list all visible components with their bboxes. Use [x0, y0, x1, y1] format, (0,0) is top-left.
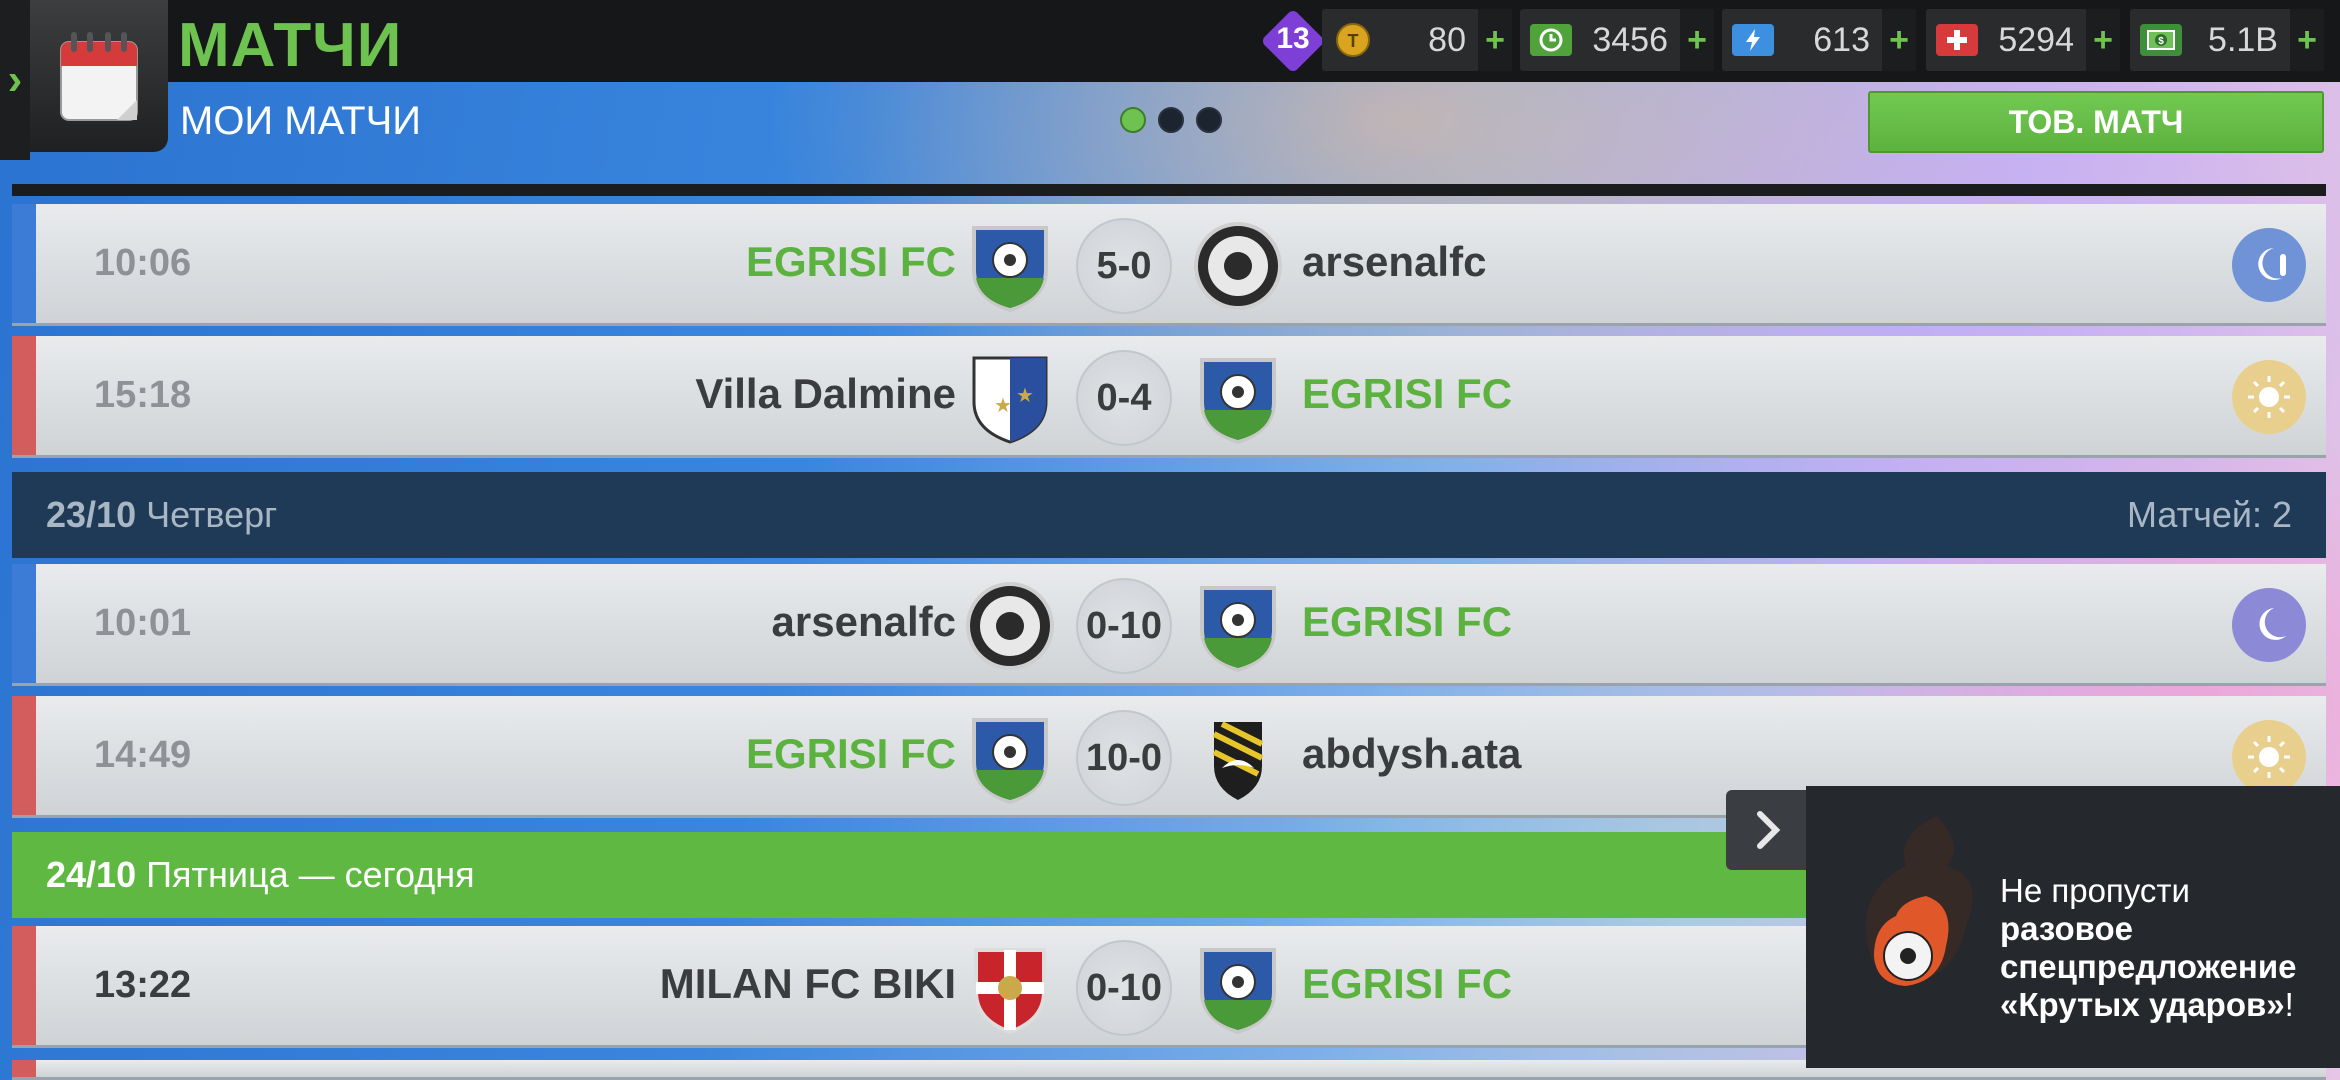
currency-money: $ 5.1B +	[2130, 9, 2324, 71]
away-indicator	[12, 926, 36, 1045]
money-value: 5.1B	[2208, 20, 2278, 59]
abdysh-ata-crest-icon	[1192, 712, 1284, 804]
menu-toggle-chevron-icon[interactable]: ›	[0, 0, 30, 160]
training-value: 3456	[1592, 20, 1668, 59]
level-number: 13	[1276, 22, 1310, 55]
svg-text:★: ★	[994, 395, 1012, 417]
day-date: 23/10	[46, 494, 137, 535]
friendly-match-button[interactable]: ТОВ. МАТЧ	[1868, 91, 2324, 153]
day-label: 24/10 Пятница — сегодня	[46, 854, 475, 896]
energy-value: 613	[1813, 20, 1870, 59]
promo-collapse-button[interactable]	[1726, 790, 1810, 870]
match-time: 14:49	[94, 734, 192, 776]
match-score: 10-0	[1076, 710, 1172, 806]
home-team-name: arsenalfc	[771, 598, 956, 645]
promo-text-bold: разовое спецпредложение «Крутых ударов»	[2000, 910, 2297, 1023]
away-indicator	[12, 336, 36, 455]
away-team-name: EGRISI FC	[1302, 598, 1513, 645]
page-dot-1[interactable]	[1120, 107, 1146, 133]
match-score: 5-0	[1076, 218, 1172, 314]
page-indicator	[1120, 107, 1222, 133]
night-weather-icon	[2232, 588, 2306, 662]
currency-tokens: T 80 +	[1322, 9, 1512, 71]
add-health-button[interactable]: +	[2086, 9, 2120, 71]
match-score: 0-4	[1076, 350, 1172, 446]
training-clock-icon	[1530, 24, 1572, 56]
page-title: МАТЧИ	[178, 11, 403, 80]
match-count: Матчей: 2	[2126, 494, 2292, 535]
currency-health: 5294 +	[1926, 9, 2120, 71]
chevron-right-icon	[1757, 811, 1781, 849]
day-weekday: Четверг	[146, 494, 278, 535]
sunny-weather-icon	[2232, 360, 2306, 434]
home-indicator	[12, 564, 36, 683]
home-team-name: Villa Dalmine	[695, 370, 956, 417]
match-time: 10:06	[94, 242, 192, 284]
fireball-icon	[1846, 806, 1996, 1031]
match-time: 15:18	[94, 374, 192, 416]
egrisi-crest-icon	[1192, 942, 1284, 1035]
arsenalfc-crest-icon	[1192, 220, 1284, 312]
promo-text: Не пропусти разовое спецпредложение «Кру…	[2000, 872, 2330, 1024]
away-indicator	[12, 696, 36, 815]
egrisi-crest-icon	[964, 712, 1056, 805]
egrisi-crest-icon	[1192, 352, 1284, 445]
match-score: 0-10	[1076, 940, 1172, 1036]
milan-fc-biki-crest-icon	[964, 942, 1056, 1035]
home-team-name: EGRISI FC	[745, 730, 956, 777]
arsenalfc-crest-icon	[964, 580, 1056, 672]
add-training-button[interactable]: +	[1680, 9, 1714, 71]
away-team-name: EGRISI FC	[1302, 370, 1513, 417]
medical-cross-icon	[1936, 24, 1978, 56]
promo-text-plain: Не пропусти	[2000, 872, 2190, 909]
money-bill-icon: $	[2140, 24, 2182, 56]
match-row[interactable]: 15:18 Villa Dalmine ★ ★ 0-4 EGRISI FC	[12, 336, 2326, 458]
svg-text:$: $	[2158, 36, 2164, 47]
day-label: 23/10 Четверг	[46, 494, 277, 536]
egrisi-crest-icon	[1192, 580, 1284, 673]
egrisi-crest-icon	[964, 220, 1056, 313]
tokens-value: 80	[1428, 20, 1466, 59]
svg-text:★: ★	[1016, 385, 1034, 407]
match-time: 13:22	[94, 964, 192, 1006]
night-cold-weather-icon	[2232, 228, 2306, 302]
day-header: 23/10 Четверг Матчей: 2	[12, 472, 2326, 558]
list-top-border	[12, 184, 2326, 196]
energy-bolt-icon	[1732, 24, 1774, 56]
home-team-name: EGRISI FC	[745, 238, 956, 285]
away-indicator	[12, 1060, 36, 1077]
currency-energy: 613 +	[1722, 9, 1916, 71]
match-time: 10:01	[94, 602, 192, 644]
page-dot-3[interactable]	[1196, 107, 1222, 133]
page-dot-2[interactable]	[1158, 107, 1184, 133]
match-row[interactable]: 10:01 arsenalfc 0-10 EGRISI FC	[12, 564, 2326, 686]
page-subtitle: МОИ МАТЧИ	[180, 99, 422, 143]
home-team-name: MILAN FC BIKI	[659, 960, 956, 1007]
svg-text:T: T	[1348, 31, 1359, 51]
away-team-name: EGRISI FC	[1302, 960, 1513, 1007]
add-money-button[interactable]: +	[2290, 9, 2324, 71]
day-weekday: Пятница — сегодня	[146, 854, 475, 895]
day-date: 24/10	[46, 854, 137, 895]
token-coin-icon: T	[1332, 23, 1374, 57]
villa-dalmine-crest-icon: ★ ★	[964, 352, 1056, 444]
promo-text-end: !	[2284, 986, 2294, 1023]
currency-training: 3456 +	[1520, 9, 1714, 71]
matches-calendar-icon	[30, 0, 168, 152]
away-team-name: arsenalfc	[1302, 238, 1487, 285]
away-team-name: abdysh.ata	[1302, 730, 1522, 777]
sunny-weather-icon	[2232, 720, 2306, 794]
match-score: 0-10	[1076, 578, 1172, 674]
add-tokens-button[interactable]: +	[1478, 9, 1512, 71]
home-indicator	[12, 204, 36, 323]
match-row[interactable]: 10:06 EGRISI FC 5-0 arsenalfc	[12, 204, 2326, 326]
health-value: 5294	[1998, 20, 2074, 59]
add-energy-button[interactable]: +	[1882, 9, 1916, 71]
